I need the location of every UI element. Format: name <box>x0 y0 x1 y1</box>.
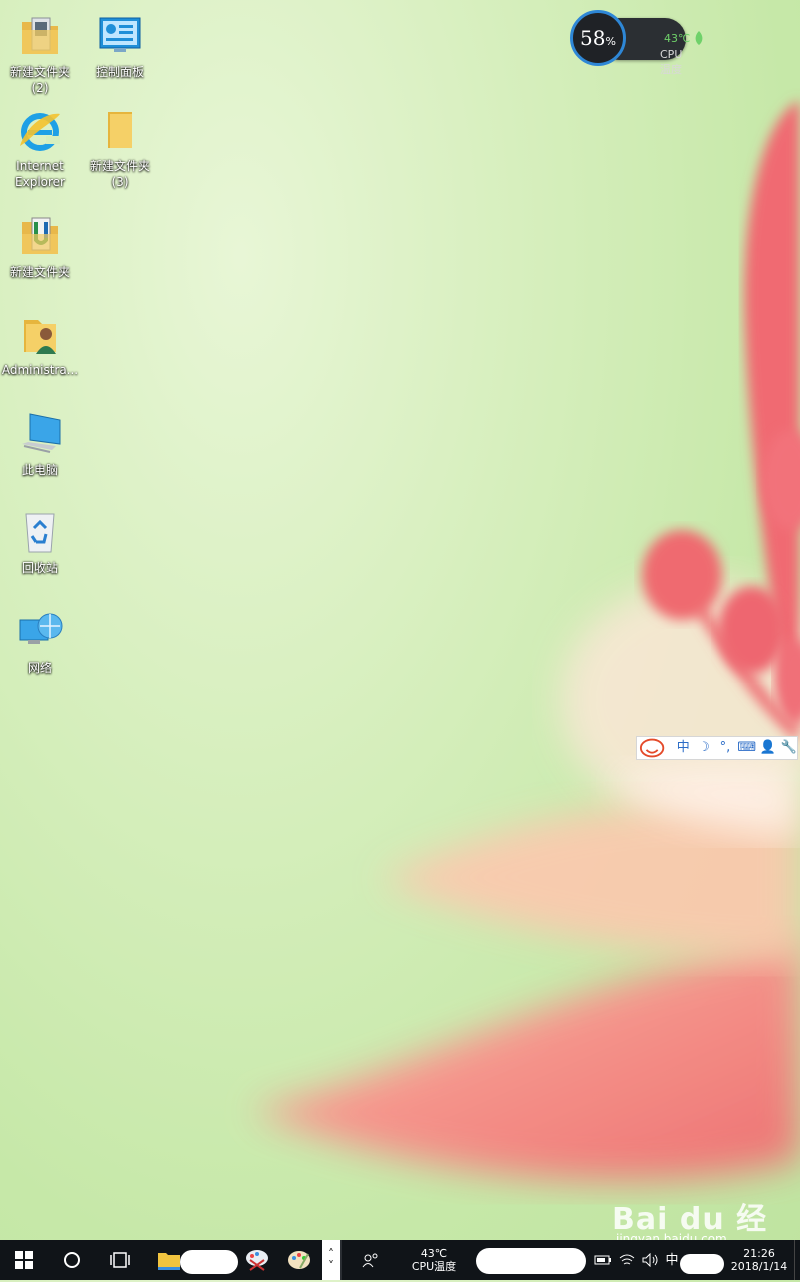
cortana-circle-icon <box>64 1252 80 1268</box>
leaf-icon <box>695 31 703 45</box>
wifi-button[interactable] <box>616 1240 638 1280</box>
cpu-usage-ring: 58 % <box>570 10 626 66</box>
network-icon <box>19 613 63 644</box>
ime-settings-wrench-icon[interactable]: 🔧 <box>780 737 797 759</box>
recycle-bin-icon <box>25 513 55 553</box>
people-icon <box>362 1253 378 1268</box>
desktop-icon-label: 网络 <box>27 661 52 675</box>
chevron-up-icon: ˄ ˅ <box>328 1247 334 1273</box>
folder-with-files-icon <box>22 17 58 54</box>
desktop-icon-label: 新建文件夹 (3) <box>89 159 150 189</box>
desktop-icon-network[interactable]: 网络 <box>0 608 80 676</box>
desktop-icon-control-panel[interactable]: 控制面板 <box>80 12 160 80</box>
clock-button[interactable]: 21:26 2018/1/14 <box>724 1240 794 1280</box>
desktop-icon-internet-explorer[interactable]: Internet Explorer <box>0 106 80 190</box>
show-hidden-icons-button[interactable]: ˄ ˅ <box>322 1240 340 1280</box>
scissors-palette-icon <box>246 1250 268 1271</box>
taskbar-cpu-temp-label: CPU温度 <box>411 1260 457 1273</box>
control-panel-icon <box>99 17 141 52</box>
paint-app-taskbar-button[interactable] <box>282 1240 316 1280</box>
redacted-area <box>680 1254 724 1274</box>
start-button[interactable] <box>0 1240 48 1280</box>
speaker-icon <box>642 1253 658 1267</box>
desktop-icon-new-folder-2[interactable]: 新建文件夹 (2) <box>0 12 80 96</box>
paint-palette-icon <box>288 1251 310 1269</box>
desktop-icon-recycle-bin[interactable]: 回收站 <box>0 508 80 576</box>
ime-indicator-text: 中 <box>665 1252 679 1268</box>
battery-button[interactable] <box>592 1240 614 1280</box>
user-folder-icon <box>24 320 56 354</box>
ime-user-icon[interactable]: 👤 <box>759 737 776 759</box>
cpu-usage-value: 58 <box>580 26 606 50</box>
task-view-button[interactable] <box>96 1240 144 1280</box>
ime-punctuation-toggle[interactable]: °, <box>717 737 734 759</box>
ime-soft-keyboard-icon[interactable]: ⌨ <box>737 737 756 759</box>
folder-icon <box>108 112 132 148</box>
clock-time: 21:26 <box>743 1247 775 1260</box>
ime-logo-icon <box>639 738 665 758</box>
file-explorer-icon <box>158 1253 180 1270</box>
redacted-area <box>180 1250 238 1274</box>
task-view-icon <box>110 1252 130 1268</box>
ime-toolbar[interactable]: 中 ☽ °, ⌨ 👤 🔧 <box>636 736 798 760</box>
desktop-icon-label: Administra... <box>1 363 79 377</box>
desktop-icon-new-folder[interactable]: 新建文件夹 <box>0 212 80 280</box>
tray-separator <box>340 1240 342 1280</box>
volume-button[interactable] <box>638 1240 662 1280</box>
battery-icon <box>594 1255 611 1265</box>
baidu-jingyan-watermark: Bai du 经验 jingyan.baidu.com <box>612 1192 792 1281</box>
paint-taskbar-button[interactable] <box>240 1240 274 1280</box>
search-cortana-button[interactable] <box>48 1240 96 1280</box>
wifi-icon <box>619 1254 635 1265</box>
redacted-area <box>476 1248 586 1274</box>
taskbar-cpu-temp-value: 43℃ <box>420 1247 448 1260</box>
desktop-icon-new-folder-3[interactable]: 新建文件夹 (3) <box>80 106 160 190</box>
desktop-icon-label: Internet Explorer <box>15 159 65 189</box>
desktop-icon-label: 此电脑 <box>21 463 58 477</box>
cpu-temperature-label: CPU温度 <box>660 48 683 76</box>
windows-logo-icon <box>15 1251 33 1269</box>
cpu-temperature-widget[interactable]: 43℃ CPU温度 58 % <box>570 10 703 76</box>
folder-with-app-icon <box>22 217 58 254</box>
desktop-icon-label: 回收站 <box>21 561 58 575</box>
ime-chinese-mode-toggle[interactable]: 中 <box>675 737 692 759</box>
taskbar-cpu-temperature[interactable]: 43℃ CPU温度 <box>400 1240 468 1280</box>
desktop-icon-administrator[interactable]: Administra... <box>0 310 80 378</box>
desktop-icon-label: 控制面板 <box>95 65 144 79</box>
people-button[interactable] <box>356 1240 386 1280</box>
cpu-temperature-value: 43℃ <box>664 32 691 45</box>
input-method-indicator[interactable]: 中 <box>662 1240 682 1280</box>
show-desktop-button[interactable] <box>794 1240 800 1280</box>
taskbar: ˄ ˅ 43℃ CPU温度 中 21:26 2018/1/14 <box>0 1240 800 1280</box>
desktop-icon-this-pc[interactable]: 此电脑 <box>0 410 80 478</box>
computer-icon <box>22 413 61 453</box>
cpu-usage-unit: % <box>605 34 616 48</box>
clock-date: 2018/1/14 <box>730 1260 788 1273</box>
internet-explorer-icon <box>20 113 60 151</box>
desktop-icon-label: 新建文件夹 (2) <box>9 65 70 95</box>
desktop-icon-label: 新建文件夹 <box>9 265 70 279</box>
ime-half-width-toggle[interactable]: ☽ <box>696 737 713 759</box>
